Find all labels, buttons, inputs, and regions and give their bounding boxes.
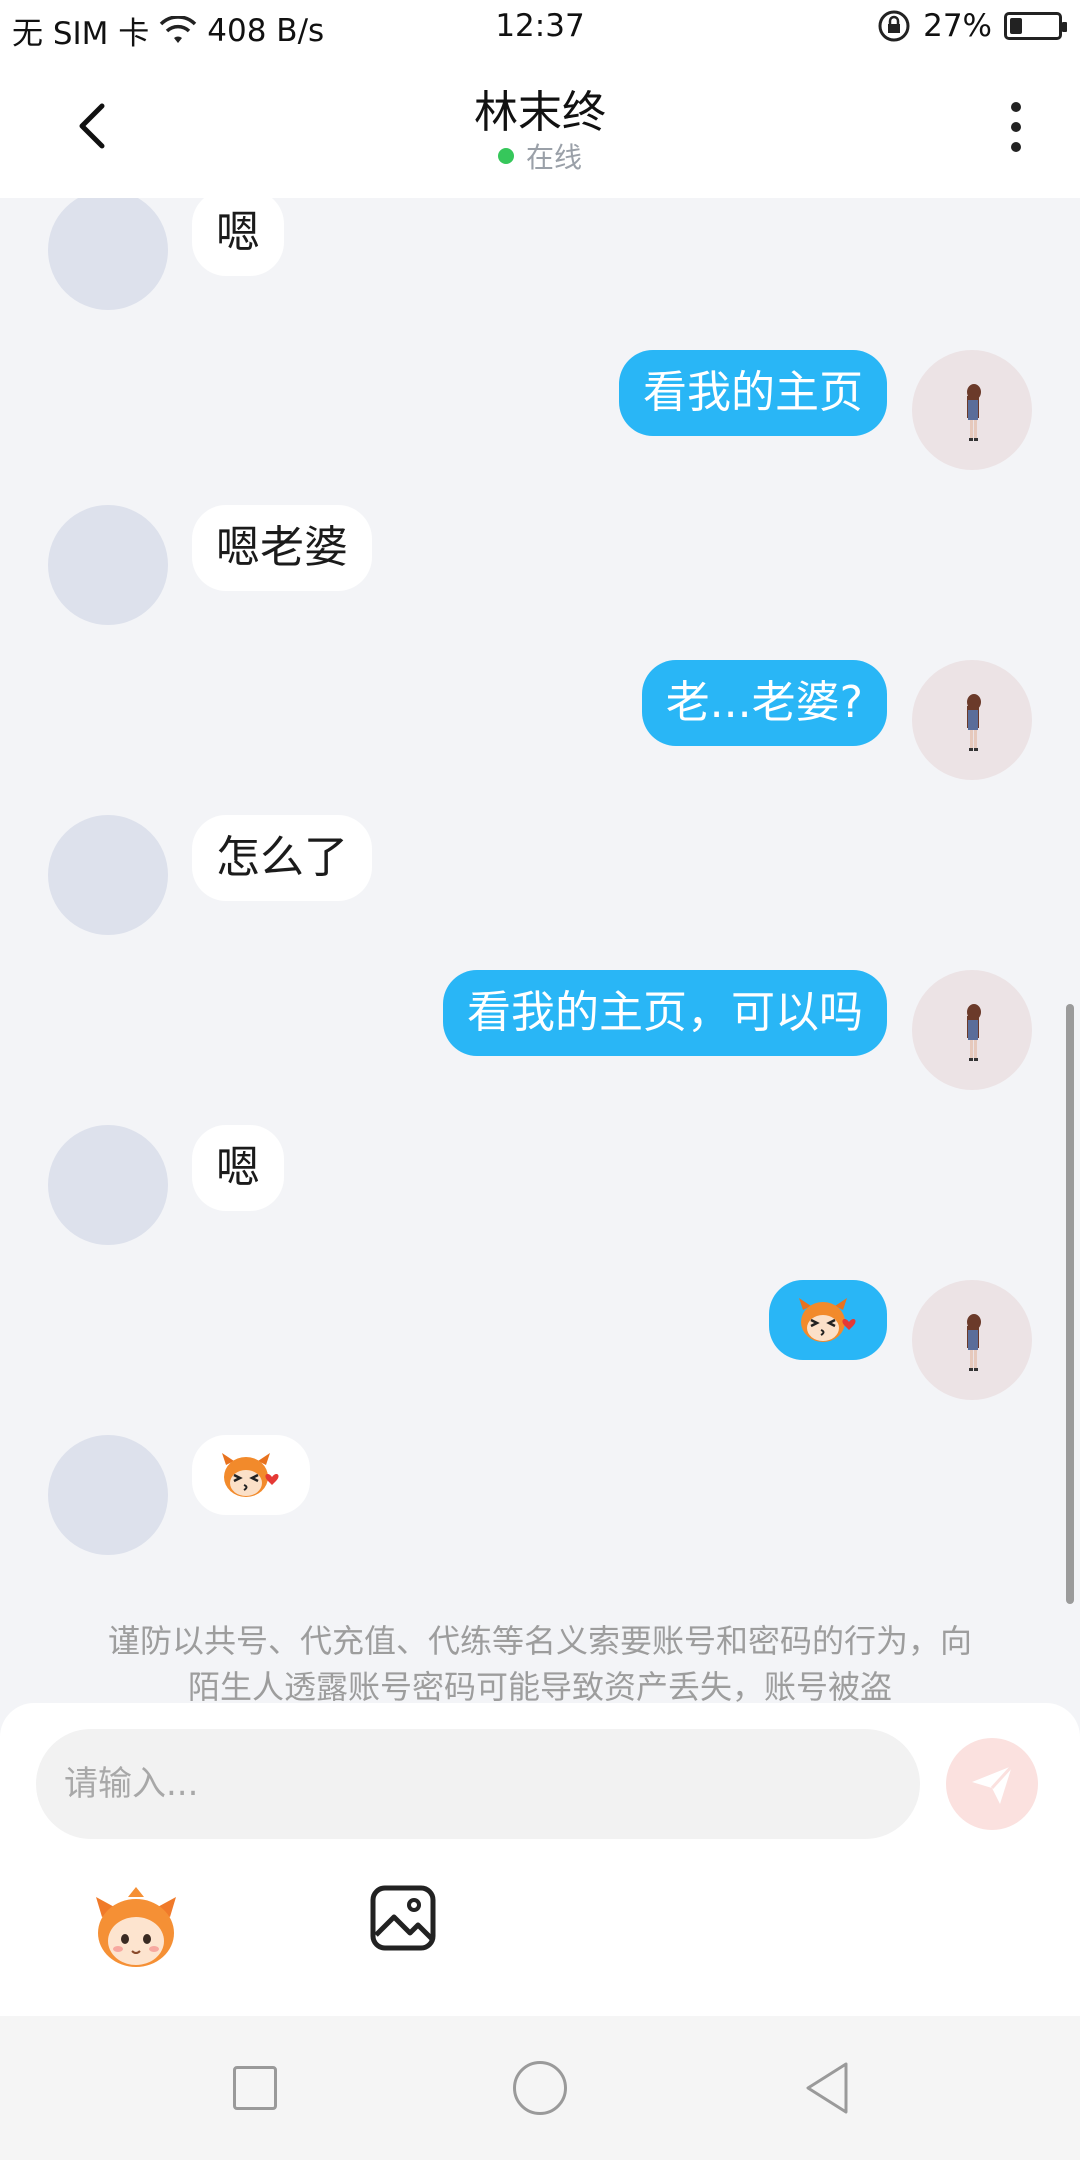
status-right: 27% <box>877 8 1067 44</box>
chat-header: 林末终 在线 <box>0 56 1080 198</box>
rotation-lock-icon <box>878 10 910 42</box>
chat-scrollbar[interactable] <box>1066 1004 1074 1604</box>
send-icon <box>972 1764 1014 1804</box>
incoming-bubble[interactable]: 怎么了 <box>192 815 372 901</box>
online-status-text: 在线 <box>525 141 582 174</box>
kiss-sticker-icon <box>799 1298 856 1342</box>
image-icon <box>370 1885 436 1951</box>
incoming-bubble[interactable]: 嗯老婆 <box>192 505 372 591</box>
outgoing-sticker-bubble[interactable] <box>769 1280 887 1360</box>
message-row: 嗯 <box>0 198 1080 314</box>
home-icon[interactable] <box>513 2061 567 2115</box>
contact-avatar[interactable] <box>48 815 168 935</box>
battery-level <box>1010 18 1023 34</box>
user-avatar[interactable] <box>912 1280 1032 1400</box>
contact-avatar[interactable] <box>48 1435 168 1555</box>
contact-avatar[interactable] <box>48 505 168 625</box>
incoming-bubble[interactable]: 嗯 <box>192 198 284 276</box>
status-bar: 无 SIM 卡 408 B/s 12:37 27% <box>0 0 1080 56</box>
user-avatar[interactable] <box>912 350 1032 470</box>
message-row: 老...老婆? <box>0 660 1080 784</box>
user-avatar[interactable] <box>912 660 1032 780</box>
anime-girl-avatar-icon <box>967 694 981 751</box>
contact-avatar[interactable] <box>48 1125 168 1245</box>
outgoing-bubble[interactable]: 老...老婆? <box>641 660 887 746</box>
more-dot <box>1011 122 1021 132</box>
more-dot <box>1011 142 1021 152</box>
online-status: 在线 <box>0 136 1080 176</box>
composer-panel <box>0 1703 1080 2016</box>
battery-icon <box>1004 12 1067 40</box>
anime-girl-avatar-icon <box>967 384 981 441</box>
message-row: 嗯老婆 <box>0 505 1080 629</box>
recent-apps-icon[interactable] <box>233 2066 277 2110</box>
anime-girl-avatar-icon <box>967 1004 981 1061</box>
online-dot <box>497 148 514 164</box>
incoming-bubble[interactable]: 嗯 <box>192 1125 284 1211</box>
emoji-button[interactable] <box>88 1881 184 1977</box>
anime-girl-avatar-icon <box>967 1314 981 1371</box>
user-avatar[interactable] <box>912 970 1032 1090</box>
outgoing-bubble[interactable]: 看我的主页，可以吗 <box>443 970 887 1056</box>
message-row <box>0 1435 1080 1559</box>
contact-name: 林末终 <box>474 87 606 138</box>
message-row: 嗯 <box>0 1125 1080 1249</box>
image-button[interactable] <box>368 1883 438 1953</box>
battery-percent: 27% <box>923 8 992 44</box>
kiss-sticker-icon <box>222 1453 279 1497</box>
message-row <box>0 1280 1080 1404</box>
send-button[interactable] <box>946 1738 1038 1830</box>
chat-area[interactable]: 嗯 看我的主页 嗯老婆 老...老婆? 怎么了 看我的主页，可以吗 嗯 谨防以共… <box>0 198 1080 1703</box>
outgoing-bubble[interactable]: 看我的主页 <box>619 350 887 436</box>
more-options-button[interactable] <box>992 96 1040 156</box>
security-notice: 谨防以共号、代充值、代练等名义索要账号和密码的行为，向陌生人透露账号密码可能导致… <box>107 1622 972 1703</box>
more-vertical-icon <box>1011 102 1021 112</box>
emoji-icon <box>96 1887 176 1967</box>
message-row: 看我的主页 <box>0 350 1080 474</box>
system-nav-bar <box>0 2016 1080 2160</box>
message-input[interactable] <box>36 1729 920 1839</box>
message-row: 看我的主页，可以吗 <box>0 970 1080 1094</box>
incoming-sticker-bubble[interactable] <box>192 1435 310 1515</box>
back-triangle-icon[interactable] <box>802 2060 852 2116</box>
contact-avatar[interactable] <box>48 198 168 310</box>
message-row: 怎么了 <box>0 815 1080 939</box>
